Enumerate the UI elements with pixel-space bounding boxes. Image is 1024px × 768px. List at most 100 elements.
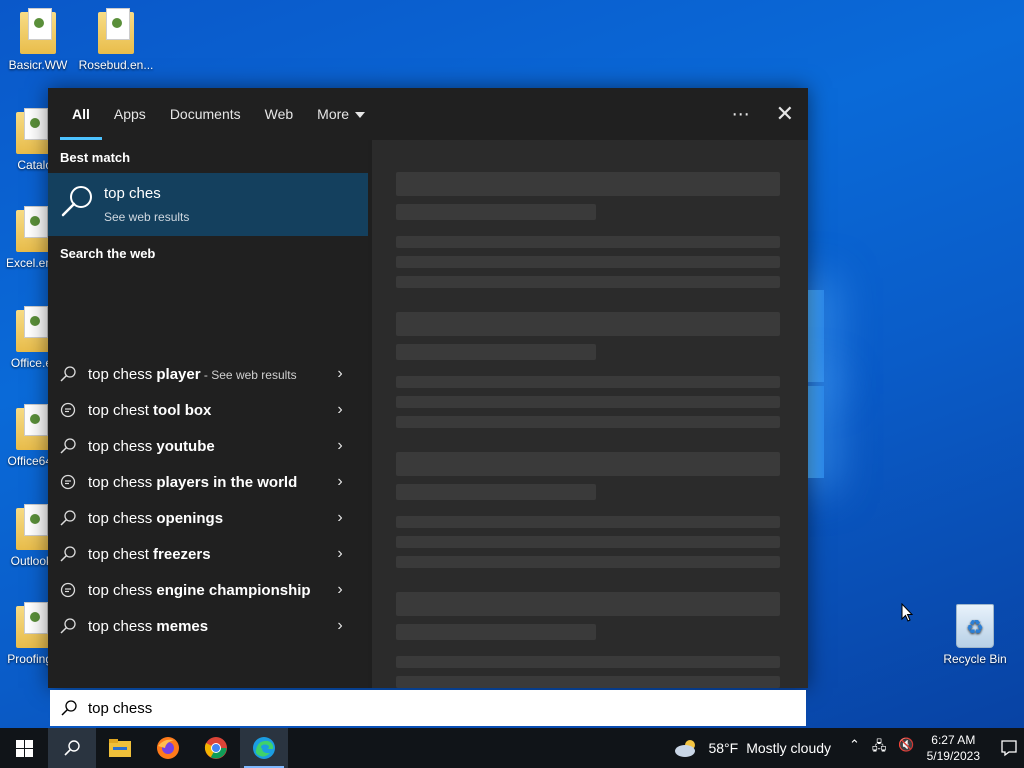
loading-placeholder: [396, 676, 780, 688]
suggestion-query: top chess: [88, 437, 153, 455]
suggestion-completion: memes: [152, 617, 209, 635]
chat-icon: [58, 400, 78, 420]
desktop-icon-rosebud[interactable]: Rosebud.en...: [76, 8, 156, 72]
loading-placeholder: [396, 416, 780, 428]
mouse-cursor-icon: [901, 603, 914, 622]
chevron-right-icon[interactable]: ›: [330, 617, 350, 635]
edge-button[interactable]: [240, 728, 288, 768]
file-explorer-icon: [109, 739, 131, 757]
loading-placeholder: [396, 256, 780, 268]
volume-muted-icon[interactable]: 🔇: [898, 737, 914, 759]
file-explorer-button[interactable]: [96, 728, 144, 768]
taskbar: 58°F Mostly cloudy ⌃ 🖧 🔇 6:27 AM 5/19/20…: [0, 728, 1024, 768]
best-match-item[interactable]: top ches See web results: [48, 173, 368, 236]
chrome-icon: [204, 737, 227, 759]
folder-icon: [16, 602, 52, 648]
clock-time: 6:27 AM: [931, 733, 976, 747]
chevron-right-icon[interactable]: ›: [330, 545, 350, 563]
folder-icon: [16, 404, 52, 450]
chevron-right-icon[interactable]: ›: [330, 509, 350, 527]
suggestion-completion: player: [152, 365, 201, 383]
best-match-subtitle: See web results: [104, 210, 190, 224]
tab-all[interactable]: All: [60, 88, 102, 140]
tab-web[interactable]: Web: [253, 88, 306, 140]
loading-placeholder: [396, 172, 780, 196]
suggestion-text: top chess players in the world: [88, 474, 330, 491]
web-suggestion-item[interactable]: top chest freezers ›: [48, 536, 368, 572]
loading-placeholder: [396, 204, 596, 220]
chevron-right-icon[interactable]: ›: [330, 365, 350, 383]
loading-placeholder: [396, 516, 780, 528]
close-icon[interactable]: ✕: [776, 101, 794, 127]
web-suggestion-item[interactable]: top chest tool box ›: [48, 392, 368, 428]
loading-placeholder: [396, 276, 780, 288]
preview-pane: [372, 140, 808, 688]
search-input[interactable]: [88, 699, 728, 717]
suggestion-query: top chess: [88, 509, 153, 527]
notification-button[interactable]: [994, 728, 1024, 768]
loading-placeholder: [396, 536, 780, 548]
search-icon: [64, 740, 80, 756]
chevron-right-icon[interactable]: ›: [330, 437, 350, 455]
suggestion-text: top chest tool box: [88, 402, 330, 419]
weather-widget[interactable]: 58°F Mostly cloudy: [674, 738, 831, 758]
search-icon: [61, 700, 77, 716]
chat-icon: [58, 472, 78, 492]
search-icon: [61, 186, 92, 217]
search-icon: [58, 508, 78, 528]
suggestion-query: top chest: [88, 401, 149, 419]
search-tabs: All Apps Documents Web More ⋯ ✕: [48, 88, 808, 140]
suggestion-query: top chess: [88, 617, 153, 635]
weather-temp: 58°F: [708, 740, 739, 756]
chat-icon: [58, 580, 78, 600]
chrome-button[interactable]: [192, 728, 240, 768]
search-icon: [58, 616, 78, 636]
tab-more[interactable]: More: [305, 88, 377, 140]
web-suggestion-item[interactable]: top chess engine championship ›: [48, 572, 368, 608]
taskbar-search-button[interactable]: [48, 728, 96, 768]
loading-placeholder: [396, 376, 780, 388]
ellipsis-icon[interactable]: ⋯: [732, 104, 750, 125]
best-match-title: top ches: [104, 185, 161, 202]
chevron-right-icon[interactable]: ›: [330, 581, 350, 599]
notification-icon: [1001, 740, 1017, 757]
results-list: Best match top ches See web results Sear…: [48, 140, 368, 688]
tab-apps[interactable]: Apps: [102, 88, 158, 140]
web-suggestion-item[interactable]: top chess openings ›: [48, 500, 368, 536]
loading-placeholder: [396, 556, 780, 568]
network-icon[interactable]: 🖧: [872, 737, 887, 759]
suggestion-completion: youtube: [152, 437, 215, 455]
search-box[interactable]: [50, 690, 806, 726]
folder-icon: [16, 306, 52, 352]
chevron-right-icon[interactable]: ›: [330, 401, 350, 419]
firefox-button[interactable]: [144, 728, 192, 768]
recycle-bin-icon: [956, 604, 994, 648]
suggestion-completion: tool box: [148, 401, 212, 419]
suggestion-query: top chess: [88, 581, 153, 599]
folder-icon: [20, 8, 56, 54]
edge-icon: [253, 737, 275, 759]
loading-placeholder: [396, 312, 780, 336]
clock[interactable]: 6:27 AM 5/19/2023: [927, 732, 980, 764]
tab-documents[interactable]: Documents: [158, 88, 253, 140]
start-button[interactable]: [0, 728, 48, 768]
web-suggestion-item[interactable]: top chess memes ›: [48, 608, 368, 644]
search-icon: [58, 364, 78, 384]
system-tray: 58°F Mostly cloudy ⌃ 🖧 🔇 6:27 AM 5/19/20…: [674, 728, 1024, 768]
folder-icon: [16, 206, 52, 252]
suggestion-text: top chest freezers: [88, 546, 330, 563]
desktop-icon-recycle-bin[interactable]: Recycle Bin: [935, 604, 1015, 666]
loading-placeholder: [396, 592, 780, 616]
suggestion-text: top chess player - See web results: [88, 366, 330, 383]
loading-placeholder: [396, 656, 780, 668]
search-panel: All Apps Documents Web More ⋯ ✕ Best mat…: [48, 88, 808, 688]
desktop-icon-basicr[interactable]: Basicr.WW: [0, 8, 78, 72]
loading-placeholder: [396, 236, 780, 248]
chevron-right-icon[interactable]: ›: [330, 473, 350, 491]
web-suggestion-item[interactable]: top chess youtube ›: [48, 428, 368, 464]
cloud-sun-icon: [675, 740, 696, 757]
web-suggestion-item[interactable]: top chess player - See web results ›: [48, 356, 368, 392]
loading-placeholder: [396, 344, 596, 360]
web-suggestion-item[interactable]: top chess players in the world ›: [48, 464, 368, 500]
chevron-up-icon[interactable]: ⌃: [849, 737, 860, 759]
